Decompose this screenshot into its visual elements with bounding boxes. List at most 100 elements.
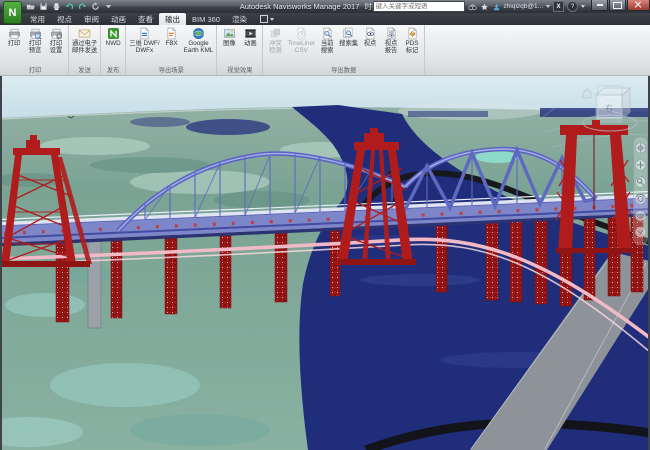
export-viewpoints-label: 视点 [364,40,377,47]
export-current-search-label: 当前搜索 [321,40,334,54]
undo-icon [65,2,74,11]
ribbon-group-caption: 视觉效果 [219,66,260,75]
user-account-label[interactable]: zhiqizqb@1... [504,3,543,10]
ribbon-group-send: 通过电子邮件发送发送 [69,25,101,75]
ribbon: 打印打印预览打印设置打印通过电子邮件发送发送NWD发布三维 DWF/DWFxFB… [0,25,650,76]
application-menu-button[interactable]: N [3,1,22,24]
more-tools-icon[interactable] [635,227,645,237]
search-sets-icon [342,27,355,40]
publish-nwd-button[interactable]: NWD [103,26,123,48]
viewport[interactable]: 右 [0,76,650,450]
print-preview-button[interactable]: 打印预览 [25,26,45,55]
pan-icon[interactable] [635,160,645,170]
print-button[interactable]: 打印 [4,26,24,48]
tab-view[interactable]: 查看 [132,13,159,25]
nwd-icon [107,27,120,40]
ribbon-group-caption: 导出数据 [265,66,422,75]
print-button[interactable] [50,1,62,12]
fbx-icon [165,27,178,40]
undo-button[interactable] [63,1,75,12]
redo-icon [78,2,87,11]
export-viewpoints-button[interactable]: 视点 [360,26,380,48]
ribbon-group-export-scene: 三维 DWF/DWFxFBXGoogleEarth KML导出场景 [126,25,217,75]
export-animation-button[interactable]: 动画 [240,26,260,48]
qat-options-button[interactable] [102,1,114,12]
favorites-star-icon[interactable] [480,3,489,11]
export-clash-tests-label: 冲突检测 [269,40,282,54]
image-icon [223,27,236,40]
export-timeliner-csv-label: TimeLinerCSV [287,40,315,54]
globe-icon [192,27,205,40]
exchange-apps-icon[interactable]: X [553,1,564,12]
print-settings-label: 打印设置 [50,40,63,54]
export-animation-label: 动画 [244,40,257,47]
export-viewpoint-report-button[interactable]: 视点报告 [381,26,401,55]
clash-icon [269,27,282,40]
timeliner-icon [295,27,308,40]
viewport-3d-scene[interactable]: 右 [0,76,650,450]
email-icon [78,27,91,40]
window-frame-left [0,76,2,450]
export-3d-dwf-label: 三维 DWF/DWFx [129,40,159,54]
quick-access-toolbar [24,1,114,12]
export-current-search-button[interactable]: 当前搜索 [317,26,337,55]
tab-home[interactable]: 常用 [24,13,51,25]
viewpoints-icon [364,27,377,40]
export-3d-dwf-button[interactable]: 三维 DWF/DWFx [128,26,160,55]
tab-bim-360[interactable]: BIM 360 [186,13,226,25]
user-menu-caret-icon[interactable] [546,5,550,8]
steering-wheel-icon[interactable] [635,143,645,153]
print-icon [52,2,61,11]
open-icon [26,2,35,11]
tab-review[interactable]: 审阅 [78,13,105,25]
export-google-earth-kml-button[interactable]: GoogleEarth KML [183,26,215,55]
help-icon[interactable]: ? [567,1,578,12]
sign-in-icon[interactable] [492,3,501,11]
save-button[interactable] [37,1,49,12]
dwf-icon [138,27,151,40]
river-arm [186,119,270,135]
save-icon [39,2,48,11]
export-search-sets-label: 搜索集 [339,40,358,47]
printer-icon [8,27,21,40]
tab-render[interactable]: 渲染 [226,13,253,25]
orbit-icon[interactable] [635,194,645,204]
navigation-bar [634,137,648,245]
infocenter-search-input[interactable] [373,1,465,12]
ribbon-group-caption: 发送 [71,66,98,75]
tab-viewpoint[interactable]: 视点 [51,13,78,25]
print-settings-button[interactable]: 打印设置 [46,26,66,55]
export-search-sets-button[interactable]: 搜索集 [338,26,359,48]
ribbon-display-caret-icon[interactable] [270,18,274,21]
refresh-icon [91,2,100,11]
redo-button[interactable] [76,1,88,12]
refresh-button[interactable] [89,1,101,12]
tab-output[interactable]: 输出 [159,13,186,25]
look-icon[interactable] [635,211,645,221]
export-fbx-button[interactable]: FBX [162,26,182,48]
ribbon-group-publish: NWD发布 [101,25,126,75]
open-button[interactable] [24,1,36,12]
ribbon-group-export-data: 冲突检测 TimeLinerCSV 当前搜索搜索集视点视点报告PDS标记导出数据 [263,25,425,75]
close-button[interactable] [627,0,650,11]
far-river-strip [540,108,650,117]
tab-animation[interactable]: 动画 [105,13,132,25]
restore-button[interactable] [609,0,626,11]
zoom-icon[interactable] [635,177,645,187]
publish-nwd-label: NWD [106,40,121,47]
app-logo-n: N [9,7,17,19]
send-email-button[interactable]: 通过电子邮件发送 [71,26,98,55]
infocenter: zhiqizqb@1... X ? [373,1,586,12]
ribbon-display-icon[interactable] [260,15,268,23]
window-controls [590,0,650,11]
export-image-button[interactable]: 图像 [219,26,239,48]
river-arm-2 [130,117,190,127]
search-binoculars-icon[interactable] [468,3,477,11]
minimize-button[interactable] [591,0,608,11]
send-email-label: 通过电子邮件发送 [72,40,97,54]
export-pds-tags-button[interactable]: PDS标记 [402,26,422,55]
ribbon-options [260,13,274,25]
pier-gray[interactable] [88,238,101,328]
export-fbx-label: FBX [166,40,178,47]
help-menu-caret-icon[interactable] [581,5,585,8]
